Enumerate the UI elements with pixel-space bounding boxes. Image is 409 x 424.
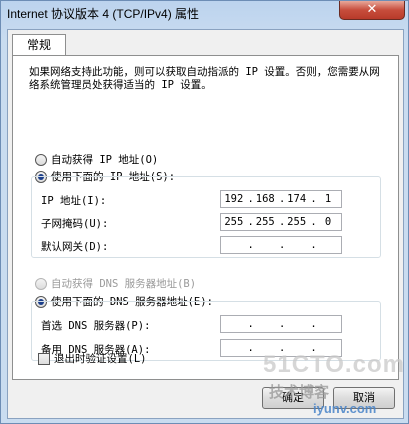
octet-separator: . bbox=[278, 216, 286, 228]
radio-auto-dns-label: 自动获得 DNS 服务器地址(B) bbox=[51, 278, 197, 290]
window-title: Internet 协议版本 4 (TCP/IPv4) 属性 bbox=[7, 7, 200, 21]
close-icon: ✕ bbox=[366, 2, 378, 17]
mask-octet-2: 255 bbox=[255, 216, 275, 228]
subnet-mask-label: 子网掩码(U): bbox=[41, 218, 109, 230]
radio-auto-dns[interactable]: 自动获得 DNS 服务器地址(B) bbox=[35, 276, 196, 291]
ip-octet-3: 174 bbox=[287, 193, 307, 205]
octet-separator: . bbox=[310, 216, 317, 228]
dialog-client-area: 常规 如果网络支持此功能，则可以获取自动指派的 IP 设置。否则，您需要从网络系… bbox=[7, 29, 404, 419]
octet-separator: . bbox=[278, 342, 286, 354]
validate-settings-checkbox-row[interactable]: 退出时验证设置(L) bbox=[38, 351, 146, 366]
tab-general[interactable]: 常规 bbox=[12, 34, 66, 56]
ip-octet-2: 168 bbox=[255, 193, 275, 205]
ok-button[interactable]: 确定 bbox=[262, 387, 324, 409]
subnet-mask-input[interactable]: 255. 255. 255. 0 bbox=[220, 213, 342, 231]
validate-settings-label: 退出时验证设置(L) bbox=[54, 353, 147, 365]
mask-octet-3: 255 bbox=[287, 216, 307, 228]
mask-octet-4: 0 bbox=[324, 216, 332, 228]
octet-separator: . bbox=[278, 318, 286, 330]
default-gateway-label: 默认网关(D): bbox=[41, 241, 109, 253]
preferred-dns-input[interactable]: . . . bbox=[220, 315, 342, 333]
ip-address-input[interactable]: 192. 168. 174. 1 bbox=[220, 190, 342, 208]
mask-octet-1: 255 bbox=[224, 216, 244, 228]
radio-auto-ip-label: 自动获得 IP 地址(O) bbox=[51, 154, 159, 166]
octet-separator: . bbox=[278, 239, 286, 251]
radio-auto-ip-dot[interactable] bbox=[35, 153, 47, 166]
description-text: 如果网络支持此功能，则可以获取自动指派的 IP 设置。否则，您需要从网络系统管理… bbox=[29, 66, 380, 91]
alternate-dns-input[interactable]: . . . bbox=[220, 339, 342, 357]
octet-separator: . bbox=[247, 216, 254, 228]
preferred-dns-label: 首选 DNS 服务器(P): bbox=[41, 320, 151, 332]
validate-settings-checkbox[interactable] bbox=[38, 352, 50, 365]
radio-auto-ip[interactable]: 自动获得 IP 地址(O) bbox=[35, 152, 158, 167]
dialog-window: Internet 协议版本 4 (TCP/IPv4) 属性 ✕ 常规 如果网络支… bbox=[0, 0, 409, 424]
ip-address-label: IP 地址(I): bbox=[41, 195, 107, 207]
close-button[interactable]: ✕ bbox=[339, 1, 405, 20]
ip-octet-4: 1 bbox=[324, 193, 332, 205]
tab-general-label: 常规 bbox=[26, 38, 51, 52]
octet-separator: . bbox=[310, 342, 317, 354]
octet-separator: . bbox=[310, 239, 317, 251]
octet-separator: . bbox=[310, 318, 317, 330]
octet-separator: . bbox=[247, 342, 254, 354]
tab-panel-general: 如果网络支持此功能，则可以获取自动指派的 IP 设置。否则，您需要从网络系统管理… bbox=[12, 55, 399, 380]
radio-auto-dns-dot[interactable] bbox=[35, 277, 47, 290]
title-bar[interactable]: Internet 协议版本 4 (TCP/IPv4) 属性 ✕ bbox=[1, 1, 408, 29]
cancel-button[interactable]: 取消 bbox=[333, 387, 395, 409]
octet-separator: . bbox=[247, 193, 254, 205]
octet-separator: . bbox=[247, 239, 254, 251]
ip-octet-1: 192 bbox=[224, 193, 244, 205]
octet-separator: . bbox=[310, 193, 317, 205]
default-gateway-input[interactable]: . . . bbox=[220, 236, 342, 254]
octet-separator: . bbox=[247, 318, 254, 330]
octet-separator: . bbox=[278, 193, 286, 205]
